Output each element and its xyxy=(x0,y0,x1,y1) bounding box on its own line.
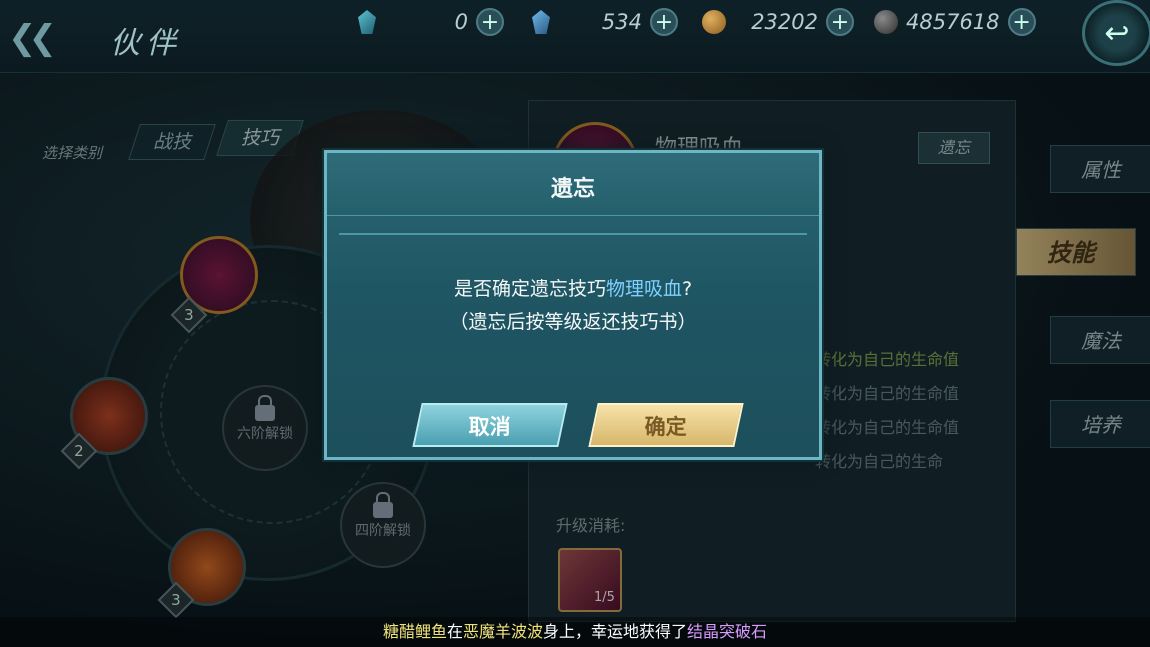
crystal-bound-icon xyxy=(532,10,550,34)
ticker-text: 身上，幸运地获得了 xyxy=(543,622,688,641)
resource-gold: 23202 + xyxy=(702,8,854,36)
dialog-skill-name: 物理吸血 xyxy=(605,278,682,300)
forget-dialog: 遗忘 是否确定遗忘技巧物理吸血? （遗忘后按等级返还技巧书） 取消 确定 xyxy=(324,150,822,460)
crystal-icon xyxy=(358,10,376,34)
ticker-player: 糖醋鲤鱼 xyxy=(382,622,447,641)
dialog-note: （遗忘后按等级返还技巧书） xyxy=(449,311,697,333)
back-arrows-icon[interactable]: ❮❮ xyxy=(8,18,57,58)
ticker-item: 结晶突破石 xyxy=(687,622,768,641)
silver-coin-icon xyxy=(874,10,898,34)
add-crystal-button[interactable]: + xyxy=(476,8,504,36)
dialog-title: 遗忘 xyxy=(550,177,595,202)
return-button[interactable]: ↩ xyxy=(1082,0,1150,66)
resource-bound-crystal: 534 + xyxy=(532,8,678,36)
cancel-button[interactable]: 取消 xyxy=(412,403,568,447)
gold-coin-icon xyxy=(702,10,726,34)
confirm-button[interactable]: 确定 xyxy=(588,403,744,447)
resource-value: 4857618 xyxy=(906,10,1000,34)
dialog-divider xyxy=(339,233,807,235)
resource-value: 0 xyxy=(454,10,468,34)
add-bound-crystal-button[interactable]: + xyxy=(650,8,678,36)
resource-silver: 4857618 + xyxy=(874,8,1036,36)
page-title: 伙伴 xyxy=(110,26,182,61)
resource-value: 534 xyxy=(601,10,642,34)
add-silver-button[interactable]: + xyxy=(1007,8,1036,36)
resource-crystal: 0 + xyxy=(358,8,504,36)
add-gold-button[interactable]: + xyxy=(826,8,854,36)
resource-value: 23202 xyxy=(751,10,818,34)
dialog-message: 是否确定遗忘技巧物理吸血? xyxy=(453,278,693,300)
broadcast-ticker: 糖醋鲤鱼在恶魔羊波波身上，幸运地获得了结晶突破石 xyxy=(0,617,1150,647)
ticker-source: 恶魔羊波波 xyxy=(462,622,543,641)
ticker-text: 在 xyxy=(446,622,463,641)
